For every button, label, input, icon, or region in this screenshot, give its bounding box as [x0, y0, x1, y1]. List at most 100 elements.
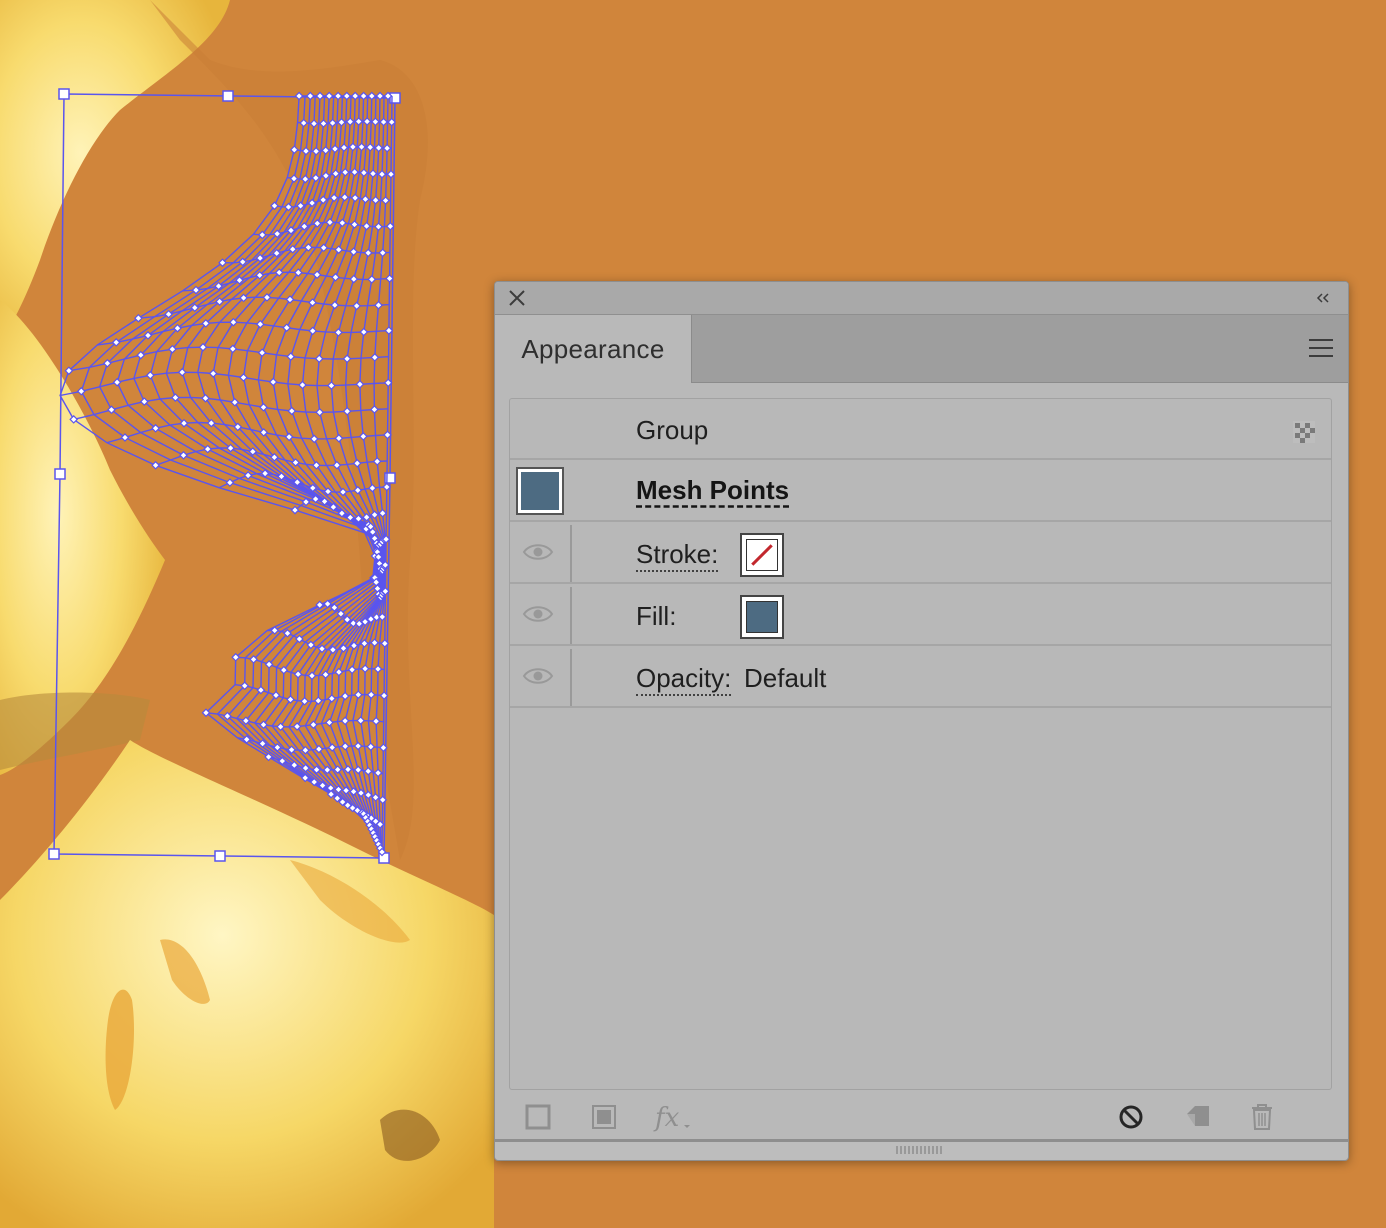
mesh-row-line[interactable]: [59, 371, 389, 397]
clear-appearance-icon[interactable]: [1114, 1100, 1148, 1134]
mesh-anchor-point[interactable]: [315, 407, 325, 417]
resize-grip-icon[interactable]: [895, 1146, 943, 1154]
mesh-anchor-point[interactable]: [327, 381, 336, 390]
pineapple-left-slice: [0, 300, 165, 775]
mesh-anchor-point[interactable]: [230, 397, 240, 407]
mesh-anchor-point[interactable]: [134, 313, 143, 323]
mesh-anchor-point[interactable]: [308, 326, 318, 336]
mesh-anchor-point[interactable]: [239, 373, 248, 382]
duplicate-item-icon[interactable]: [1181, 1100, 1215, 1134]
mesh-anchor-point[interactable]: [286, 352, 296, 361]
svg-text:fx: fx: [653, 1103, 680, 1133]
mesh-anchor-point[interactable]: [353, 765, 363, 775]
mesh-anchor-point[interactable]: [257, 348, 267, 358]
mesh-anchor-point[interactable]: [225, 478, 235, 487]
eye-visibility-icon[interactable]: [522, 602, 554, 626]
mesh-anchor-point[interactable]: [333, 765, 343, 774]
add-new-fill-icon[interactable]: [587, 1100, 621, 1134]
opacity-value: Default: [744, 663, 827, 693]
mesh-thumbnail-swatch[interactable]: [516, 467, 564, 515]
fill-label: Fill:: [636, 601, 677, 631]
stroke-label-link[interactable]: Stroke:: [636, 539, 719, 572]
mesh-anchor-point[interactable]: [284, 432, 294, 442]
mesh-anchor-point[interactable]: [177, 367, 187, 377]
mesh-anchor-point[interactable]: [268, 377, 278, 387]
mesh-anchor-point[interactable]: [347, 665, 357, 675]
pineapple-bottom-slice: [0, 740, 494, 1228]
mesh-anchor-point[interactable]: [314, 354, 324, 364]
mesh-anchor-point[interactable]: [353, 690, 363, 700]
fill-swatch[interactable]: [740, 595, 784, 639]
mesh-anchor-point[interactable]: [228, 344, 238, 354]
mesh-anchor-point[interactable]: [208, 369, 218, 378]
mesh-anchor-point[interactable]: [203, 444, 213, 454]
panel-menu-icon[interactable]: [1308, 337, 1334, 359]
mesh-anchor-point[interactable]: [327, 743, 337, 752]
mesh-thumbnail-fill: [521, 472, 559, 510]
mesh-points-label[interactable]: Mesh Points: [636, 475, 789, 506]
add-new-stroke-icon[interactable]: [521, 1100, 555, 1134]
mesh-anchor-point[interactable]: [298, 380, 307, 390]
close-icon[interactable]: [507, 288, 527, 308]
mesh-row-line[interactable]: [235, 684, 385, 702]
appearance-row-fill[interactable]: Fill:: [510, 585, 1331, 646]
mesh-anchor-point[interactable]: [360, 664, 370, 674]
mesh-anchor-point[interactable]: [340, 741, 350, 751]
panel-titlebar[interactable]: [495, 282, 1348, 315]
mesh-anchor-point[interactable]: [243, 471, 253, 480]
none-slash-icon: [751, 544, 773, 566]
collapse-panel-icon[interactable]: [1314, 289, 1332, 307]
add-new-effect-fx-icon[interactable]: fx: [653, 1100, 697, 1134]
mesh-anchor-point[interactable]: [314, 744, 324, 754]
delete-item-trash-icon[interactable]: [1245, 1100, 1279, 1134]
mesh-anchor-point[interactable]: [300, 696, 309, 706]
mesh-anchor-point[interactable]: [343, 765, 353, 774]
opacity-label-link[interactable]: Opacity:: [636, 663, 732, 696]
mesh-anchor-point[interactable]: [76, 386, 86, 396]
mesh-anchor-point[interactable]: [332, 460, 342, 470]
appearance-row-opacity[interactable]: Opacity: Default: [510, 647, 1331, 708]
stroke-swatch-none[interactable]: [740, 533, 784, 577]
mesh-anchor-point[interactable]: [151, 460, 160, 470]
appearance-row-group[interactable]: Group: [510, 399, 1331, 460]
mesh-anchor-point[interactable]: [327, 694, 337, 703]
mesh-anchor-point[interactable]: [309, 720, 318, 730]
mesh-anchor-point[interactable]: [308, 298, 317, 307]
mesh-anchor-point[interactable]: [282, 323, 292, 333]
mesh-anchor-point[interactable]: [334, 667, 344, 677]
mesh-anchor-point[interactable]: [340, 691, 350, 701]
mesh-anchor-point[interactable]: [259, 402, 268, 412]
mesh-anchor-point[interactable]: [313, 696, 323, 706]
mesh-anchor-point[interactable]: [307, 671, 317, 681]
mesh-anchor-point[interactable]: [325, 718, 334, 727]
eye-visibility-icon[interactable]: [522, 540, 554, 564]
panel-resize-strip: [495, 1139, 1348, 1160]
tab-appearance[interactable]: Appearance: [495, 315, 692, 383]
appearance-attributes-list: Group Mesh Points Stroke: Fill: Opacity:…: [509, 398, 1332, 1090]
tab-appearance-label: Appearance: [521, 333, 665, 364]
mesh-anchor-point[interactable]: [356, 716, 366, 725]
appearance-row-mesh-points[interactable]: Mesh Points: [510, 461, 1331, 522]
group-label: Group: [636, 415, 709, 445]
appearance-row-stroke[interactable]: Stroke:: [510, 523, 1331, 584]
mesh-anchor-point[interactable]: [360, 639, 369, 648]
mesh-anchor-point[interactable]: [334, 433, 344, 443]
mesh-anchor-point[interactable]: [366, 742, 376, 752]
mesh-anchor-point[interactable]: [321, 670, 330, 679]
mesh-anchor-point[interactable]: [287, 406, 297, 416]
eye-visibility-icon[interactable]: [522, 664, 554, 688]
mesh-anchor-point[interactable]: [353, 741, 363, 751]
mesh-anchor-point[interactable]: [363, 766, 373, 776]
mesh-anchor-point[interactable]: [264, 752, 273, 762]
mesh-anchor-point[interactable]: [112, 377, 122, 387]
mesh-anchor-point[interactable]: [292, 722, 302, 731]
mesh-anchor-point[interactable]: [340, 716, 350, 726]
mesh-row-line[interactable]: [106, 421, 388, 444]
appearance-panel: Appearance Group Mesh Points Stroke: Fil…: [494, 281, 1349, 1161]
mesh-anchor-point[interactable]: [145, 370, 155, 380]
mesh-anchor-point[interactable]: [373, 768, 383, 778]
mesh-anchor-point[interactable]: [309, 434, 319, 444]
mesh-anchor-point[interactable]: [179, 450, 188, 460]
row-separator: [570, 649, 572, 706]
opacity-checker-icon[interactable]: [1293, 421, 1315, 443]
